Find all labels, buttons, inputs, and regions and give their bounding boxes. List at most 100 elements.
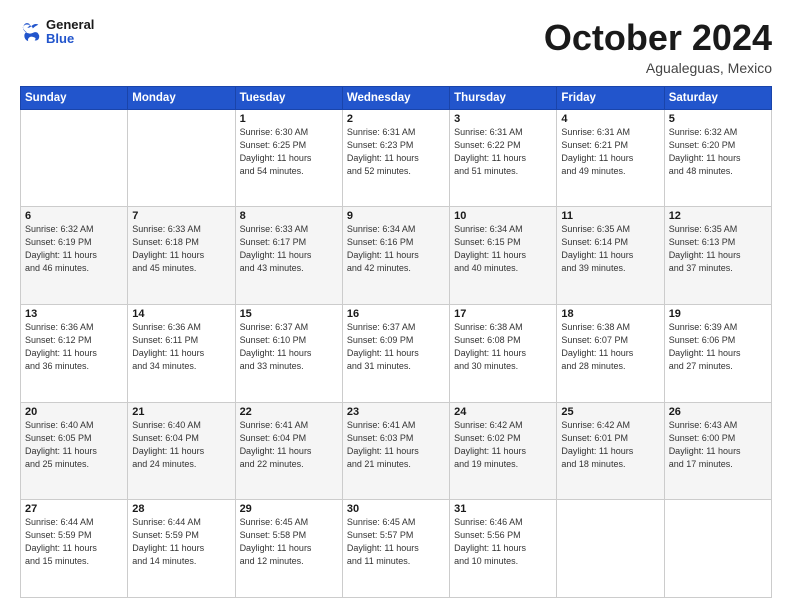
logo-bird-icon [20,21,42,43]
day-info: Sunrise: 6:38 AMSunset: 6:07 PMDaylight:… [561,321,659,373]
day-number: 27 [25,503,123,515]
day-number: 5 [669,113,767,125]
logo: General Blue [20,18,94,47]
header: General Blue October 2024 Agualeguas, Me… [20,18,772,76]
calendar-cell: 18Sunrise: 6:38 AMSunset: 6:07 PMDayligh… [557,304,664,402]
day-info: Sunrise: 6:44 AMSunset: 5:59 PMDaylight:… [25,516,123,568]
page: General Blue October 2024 Agualeguas, Me… [0,0,792,612]
day-info: Sunrise: 6:31 AMSunset: 6:22 PMDaylight:… [454,126,552,178]
day-number: 8 [240,210,338,222]
calendar-cell [557,500,664,598]
logo-text: General Blue [46,18,94,47]
day-number: 25 [561,406,659,418]
calendar-cell: 7Sunrise: 6:33 AMSunset: 6:18 PMDaylight… [128,207,235,305]
day-number: 29 [240,503,338,515]
logo-blue: Blue [46,32,94,46]
weekday-header-wednesday: Wednesday [342,86,449,109]
calendar-cell: 1Sunrise: 6:30 AMSunset: 6:25 PMDaylight… [235,109,342,207]
day-info: Sunrise: 6:46 AMSunset: 5:56 PMDaylight:… [454,516,552,568]
calendar-cell: 28Sunrise: 6:44 AMSunset: 5:59 PMDayligh… [128,500,235,598]
calendar-table: SundayMondayTuesdayWednesdayThursdayFrid… [20,86,772,598]
calendar-cell: 8Sunrise: 6:33 AMSunset: 6:17 PMDaylight… [235,207,342,305]
day-info: Sunrise: 6:32 AMSunset: 6:20 PMDaylight:… [669,126,767,178]
day-number: 31 [454,503,552,515]
calendar-cell: 31Sunrise: 6:46 AMSunset: 5:56 PMDayligh… [450,500,557,598]
day-info: Sunrise: 6:45 AMSunset: 5:57 PMDaylight:… [347,516,445,568]
calendar-cell: 20Sunrise: 6:40 AMSunset: 6:05 PMDayligh… [21,402,128,500]
calendar-cell: 13Sunrise: 6:36 AMSunset: 6:12 PMDayligh… [21,304,128,402]
calendar-week-row: 13Sunrise: 6:36 AMSunset: 6:12 PMDayligh… [21,304,772,402]
calendar-cell: 16Sunrise: 6:37 AMSunset: 6:09 PMDayligh… [342,304,449,402]
calendar-cell: 25Sunrise: 6:42 AMSunset: 6:01 PMDayligh… [557,402,664,500]
calendar-week-row: 6Sunrise: 6:32 AMSunset: 6:19 PMDaylight… [21,207,772,305]
day-info: Sunrise: 6:45 AMSunset: 5:58 PMDaylight:… [240,516,338,568]
calendar-week-row: 27Sunrise: 6:44 AMSunset: 5:59 PMDayligh… [21,500,772,598]
day-info: Sunrise: 6:33 AMSunset: 6:17 PMDaylight:… [240,223,338,275]
calendar-cell: 6Sunrise: 6:32 AMSunset: 6:19 PMDaylight… [21,207,128,305]
calendar-week-row: 20Sunrise: 6:40 AMSunset: 6:05 PMDayligh… [21,402,772,500]
day-number: 13 [25,308,123,320]
calendar-cell: 17Sunrise: 6:38 AMSunset: 6:08 PMDayligh… [450,304,557,402]
weekday-header-tuesday: Tuesday [235,86,342,109]
calendar-cell [21,109,128,207]
day-number: 21 [132,406,230,418]
day-info: Sunrise: 6:36 AMSunset: 6:11 PMDaylight:… [132,321,230,373]
day-info: Sunrise: 6:43 AMSunset: 6:00 PMDaylight:… [669,419,767,471]
day-info: Sunrise: 6:42 AMSunset: 6:02 PMDaylight:… [454,419,552,471]
calendar-cell: 29Sunrise: 6:45 AMSunset: 5:58 PMDayligh… [235,500,342,598]
day-info: Sunrise: 6:34 AMSunset: 6:16 PMDaylight:… [347,223,445,275]
day-info: Sunrise: 6:37 AMSunset: 6:09 PMDaylight:… [347,321,445,373]
calendar-cell: 12Sunrise: 6:35 AMSunset: 6:13 PMDayligh… [664,207,771,305]
day-number: 3 [454,113,552,125]
day-info: Sunrise: 6:38 AMSunset: 6:08 PMDaylight:… [454,321,552,373]
weekday-header-friday: Friday [557,86,664,109]
calendar-cell: 26Sunrise: 6:43 AMSunset: 6:00 PMDayligh… [664,402,771,500]
calendar-cell: 4Sunrise: 6:31 AMSunset: 6:21 PMDaylight… [557,109,664,207]
day-number: 30 [347,503,445,515]
day-number: 15 [240,308,338,320]
calendar-cell: 27Sunrise: 6:44 AMSunset: 5:59 PMDayligh… [21,500,128,598]
day-number: 7 [132,210,230,222]
day-info: Sunrise: 6:39 AMSunset: 6:06 PMDaylight:… [669,321,767,373]
day-info: Sunrise: 6:41 AMSunset: 6:03 PMDaylight:… [347,419,445,471]
calendar-cell: 22Sunrise: 6:41 AMSunset: 6:04 PMDayligh… [235,402,342,500]
day-info: Sunrise: 6:40 AMSunset: 6:04 PMDaylight:… [132,419,230,471]
day-number: 9 [347,210,445,222]
calendar-cell: 23Sunrise: 6:41 AMSunset: 6:03 PMDayligh… [342,402,449,500]
logo-general: General [46,18,94,32]
day-info: Sunrise: 6:41 AMSunset: 6:04 PMDaylight:… [240,419,338,471]
day-number: 28 [132,503,230,515]
day-info: Sunrise: 6:34 AMSunset: 6:15 PMDaylight:… [454,223,552,275]
day-info: Sunrise: 6:35 AMSunset: 6:14 PMDaylight:… [561,223,659,275]
day-number: 24 [454,406,552,418]
day-number: 26 [669,406,767,418]
day-number: 19 [669,308,767,320]
day-info: Sunrise: 6:35 AMSunset: 6:13 PMDaylight:… [669,223,767,275]
calendar-cell: 21Sunrise: 6:40 AMSunset: 6:04 PMDayligh… [128,402,235,500]
calendar-cell [664,500,771,598]
day-info: Sunrise: 6:44 AMSunset: 5:59 PMDaylight:… [132,516,230,568]
day-number: 20 [25,406,123,418]
calendar-cell: 30Sunrise: 6:45 AMSunset: 5:57 PMDayligh… [342,500,449,598]
day-info: Sunrise: 6:31 AMSunset: 6:23 PMDaylight:… [347,126,445,178]
day-number: 1 [240,113,338,125]
day-number: 6 [25,210,123,222]
calendar-week-row: 1Sunrise: 6:30 AMSunset: 6:25 PMDaylight… [21,109,772,207]
day-info: Sunrise: 6:32 AMSunset: 6:19 PMDaylight:… [25,223,123,275]
day-number: 18 [561,308,659,320]
day-info: Sunrise: 6:37 AMSunset: 6:10 PMDaylight:… [240,321,338,373]
day-number: 12 [669,210,767,222]
calendar-cell: 24Sunrise: 6:42 AMSunset: 6:02 PMDayligh… [450,402,557,500]
day-info: Sunrise: 6:31 AMSunset: 6:21 PMDaylight:… [561,126,659,178]
day-info: Sunrise: 6:40 AMSunset: 6:05 PMDaylight:… [25,419,123,471]
calendar-cell: 19Sunrise: 6:39 AMSunset: 6:06 PMDayligh… [664,304,771,402]
day-number: 22 [240,406,338,418]
day-number: 23 [347,406,445,418]
day-info: Sunrise: 6:42 AMSunset: 6:01 PMDaylight:… [561,419,659,471]
day-number: 10 [454,210,552,222]
calendar-cell: 2Sunrise: 6:31 AMSunset: 6:23 PMDaylight… [342,109,449,207]
weekday-header-row: SundayMondayTuesdayWednesdayThursdayFrid… [21,86,772,109]
subtitle: Agualeguas, Mexico [544,60,772,76]
calendar-cell: 9Sunrise: 6:34 AMSunset: 6:16 PMDaylight… [342,207,449,305]
day-number: 17 [454,308,552,320]
